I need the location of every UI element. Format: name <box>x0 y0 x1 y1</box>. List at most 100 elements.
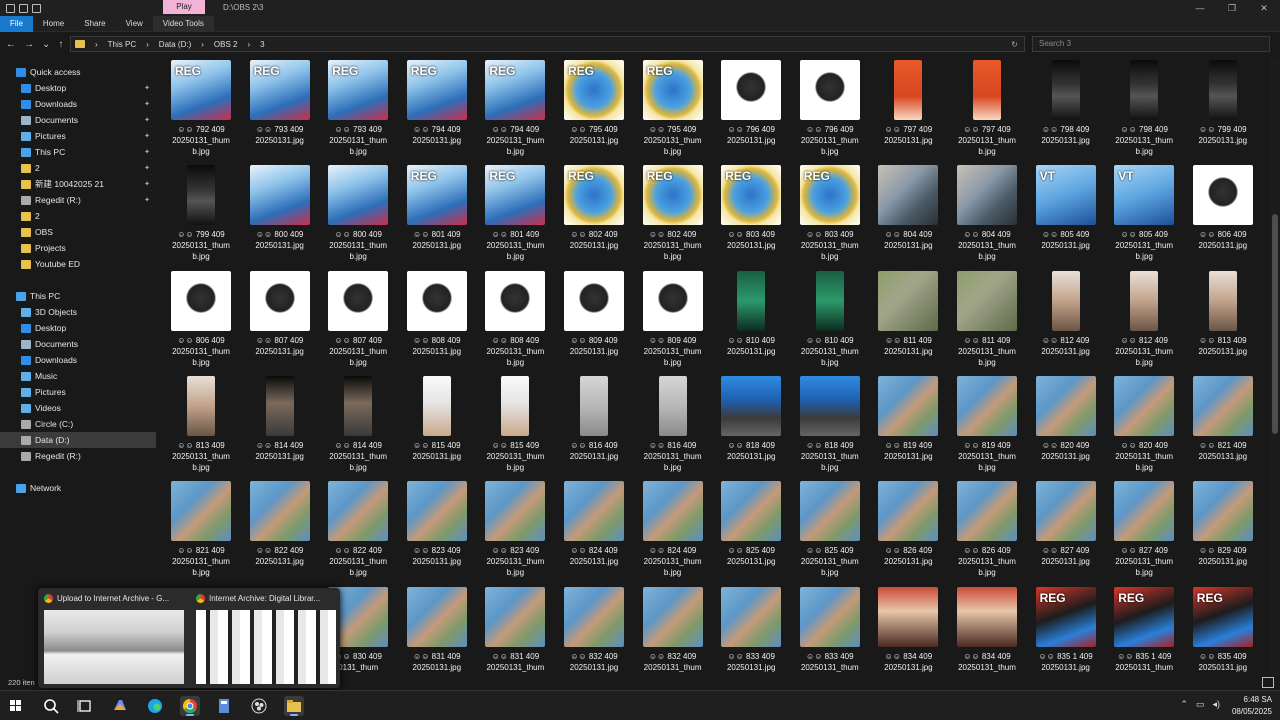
context-tab-play[interactable]: Play <box>163 0 205 14</box>
file-explorer-button[interactable] <box>284 696 304 716</box>
file-tile[interactable]: ☺☺ 812 409 20250131.jpg <box>1028 269 1104 373</box>
file-tile[interactable]: REG ☺☺ 793 409 20250131_thum b.jpg <box>320 58 396 162</box>
file-tile[interactable]: REG ☺☺ 792 409 20250131_thum b.jpg <box>163 58 239 162</box>
file-tile[interactable]: ☺☺ 800 409 20250131_thum b.jpg <box>320 163 396 267</box>
tab-file[interactable]: File <box>0 15 33 32</box>
obs-button[interactable] <box>249 696 269 716</box>
file-tile[interactable]: REG ☺☺ 795 409 20250131_thum b.jpg <box>635 58 711 162</box>
breadcrumb-this-pc[interactable]: This PC <box>108 40 136 49</box>
sidebar-item[interactable]: Regedit (R:) ✦ <box>0 192 156 208</box>
file-tile[interactable]: ☺☺ 815 409 20250131.jpg <box>399 374 475 478</box>
file-tile[interactable]: ☺☺ 822 409 20250131.jpg <box>242 479 318 583</box>
copilot-button[interactable] <box>110 696 130 716</box>
file-tile[interactable]: REG ☺☺ 794 409 20250131.jpg <box>399 58 475 162</box>
file-tile[interactable]: ☺☺ 823 409 20250131.jpg <box>399 479 475 583</box>
tab-video-tools[interactable]: Video Tools <box>152 15 214 32</box>
file-tile[interactable]: ☺☺ 824 409 20250131_thum b.jpg <box>635 479 711 583</box>
file-tile[interactable]: ☺☺ 822 409 20250131_thum b.jpg <box>320 479 396 583</box>
file-tile[interactable]: REG ☺☺ 802 409 20250131.jpg <box>556 163 632 267</box>
tab-view[interactable]: View <box>116 16 153 32</box>
file-tile[interactable]: ☺☺ 808 409 20250131.jpg <box>399 269 475 373</box>
sidebar-item[interactable]: 2 ✦ <box>0 160 156 176</box>
sidebar-item[interactable]: This PC <box>0 288 156 304</box>
chevron-up-icon[interactable]: ⌃ <box>1180 699 1188 710</box>
task-view-button[interactable] <box>75 696 95 716</box>
file-tile[interactable]: ☺☺ 814 409 20250131.jpg <box>242 374 318 478</box>
file-tile[interactable]: ☺☺ 809 409 20250131_thum b.jpg <box>635 269 711 373</box>
file-tile[interactable]: ☺☺ 807 409 20250131.jpg <box>242 269 318 373</box>
file-tile[interactable]: ☺☺ 831 409 20250131.jpg <box>399 585 475 677</box>
sidebar-item[interactable]: 新建 10042025 21 ✦ <box>0 176 156 192</box>
tab-share[interactable]: Share <box>74 16 115 32</box>
file-tile[interactable]: ☺☺ 834 409 20250131.jpg <box>870 585 946 677</box>
file-tile[interactable]: ☺☺ 797 409 20250131.jpg <box>870 58 946 162</box>
file-tile[interactable]: ☺☺ 826 409 20250131.jpg <box>870 479 946 583</box>
clock[interactable]: 6:48 SA 08/05/2025 <box>1232 694 1272 718</box>
sidebar-item[interactable]: Music <box>0 368 156 384</box>
sidebar-item[interactable]: Quick access <box>0 64 156 80</box>
file-tile[interactable]: ☺☺ 797 409 20250131_thum b.jpg <box>949 58 1025 162</box>
sidebar-item[interactable]: Pictures <box>0 384 156 400</box>
file-tile[interactable]: ☺☺ 819 409 20250131.jpg <box>870 374 946 478</box>
sidebar-item[interactable]: Data (D:) <box>0 432 156 448</box>
file-tile[interactable]: REG ☺☺ 801 409 20250131.jpg <box>399 163 475 267</box>
calculator-button[interactable] <box>214 696 234 716</box>
file-tile[interactable]: ☺☺ 806 409 20250131_thum b.jpg <box>163 269 239 373</box>
search-button[interactable] <box>41 696 61 716</box>
file-tile[interactable]: ☺☺ 811 409 20250131_thum b.jpg <box>949 269 1025 373</box>
file-tile[interactable]: ☺☺ 809 409 20250131.jpg <box>556 269 632 373</box>
search-input[interactable]: Search 3 <box>1032 36 1270 52</box>
close-button[interactable]: ✕ <box>1248 0 1280 16</box>
file-tile[interactable]: ☺☺ 804 409 20250131.jpg <box>870 163 946 267</box>
file-tile[interactable]: ☺☺ 799 409 20250131.jpg <box>1185 58 1261 162</box>
file-tile[interactable]: REG ☺☺ 795 409 20250131.jpg <box>556 58 632 162</box>
save-icon[interactable] <box>6 3 15 13</box>
file-tile[interactable]: ☺☺ 810 409 20250131.jpg <box>713 269 789 373</box>
file-tile[interactable]: REG ☺☺ 802 409 20250131_thum b.jpg <box>635 163 711 267</box>
breadcrumb-obs2[interactable]: OBS 2 <box>214 40 238 49</box>
preview-window-upload[interactable]: Upload to Internet Archive - G... <box>38 588 186 688</box>
sidebar-item[interactable]: Documents ✦ <box>0 112 156 128</box>
file-tile[interactable]: ☺☺ 810 409 20250131_thum b.jpg <box>792 269 868 373</box>
sidebar-item[interactable]: 3D Objects <box>0 304 156 320</box>
file-tile[interactable]: ☺☺ 818 409 20250131_thum b.jpg <box>792 374 868 478</box>
up-arrow-icon[interactable]: ↑ <box>58 39 63 50</box>
file-tile[interactable]: ☺☺ 798 409 20250131_thum b.jpg <box>1106 58 1182 162</box>
breadcrumb-3[interactable]: 3 <box>260 40 264 49</box>
sidebar-item[interactable]: Regedit (R:) <box>0 448 156 464</box>
file-tile[interactable]: ☺☺ 806 409 20250131.jpg <box>1185 163 1261 267</box>
minimize-button[interactable]: — <box>1184 0 1216 16</box>
file-tile[interactable]: ☺☺ 796 409 20250131.jpg <box>713 58 789 162</box>
forward-arrow-icon[interactable]: → <box>24 39 34 50</box>
file-tile[interactable]: ☺☺ 834 409 20250131_thum <box>949 585 1025 677</box>
file-tile[interactable]: ☺☺ 824 409 20250131.jpg <box>556 479 632 583</box>
file-tile[interactable]: ☺☺ 800 409 20250131.jpg <box>242 163 318 267</box>
file-tile[interactable]: ☺☺ 819 409 20250131_thum b.jpg <box>949 374 1025 478</box>
sidebar-item[interactable]: Circle (C:) <box>0 416 156 432</box>
file-tile[interactable]: ☺☺ 818 409 20250131.jpg <box>713 374 789 478</box>
sidebar-item[interactable]: Videos <box>0 400 156 416</box>
file-tile[interactable]: ☺☺ 816 409 20250131_thum b.jpg <box>635 374 711 478</box>
sidebar-item[interactable]: Documents <box>0 336 156 352</box>
chrome-button[interactable] <box>180 696 200 716</box>
file-tile[interactable]: ☺☺ 812 409 20250131_thum b.jpg <box>1106 269 1182 373</box>
file-tile[interactable]: ☺☺ 813 409 20250131_thum b.jpg <box>163 374 239 478</box>
file-tile[interactable]: ☺☺ 829 409 20250131.jpg <box>1185 479 1261 583</box>
file-tile[interactable]: REG ☺☺ 794 409 20250131_thum b.jpg <box>477 58 553 162</box>
sidebar-item[interactable]: OBS <box>0 224 156 240</box>
file-tile[interactable]: ☺☺ 827 409 20250131.jpg <box>1028 479 1104 583</box>
tab-home[interactable]: Home <box>33 16 74 32</box>
file-tile[interactable]: ☺☺ 825 409 20250131.jpg <box>713 479 789 583</box>
file-tile[interactable]: REG ☺☺ 835 1 409 20250131.jpg <box>1028 585 1104 677</box>
file-tile[interactable]: ☺☺ 813 409 20250131.jpg <box>1185 269 1261 373</box>
file-tile[interactable]: REG ☺☺ 803 409 20250131.jpg <box>713 163 789 267</box>
properties-icon[interactable] <box>19 3 28 13</box>
file-tile[interactable]: ☺☺ 811 409 20250131.jpg <box>870 269 946 373</box>
sidebar-item[interactable]: Youtube ED <box>0 256 156 272</box>
file-tile[interactable]: ☺☺ 807 409 20250131_thum b.jpg <box>320 269 396 373</box>
sidebar-item[interactable]: Desktop ✦ <box>0 80 156 96</box>
sidebar-item[interactable]: Downloads <box>0 352 156 368</box>
sidebar-item[interactable]: Projects <box>0 240 156 256</box>
file-tile[interactable]: ☺☺ 821 409 20250131.jpg <box>1185 374 1261 478</box>
network-icon[interactable]: ▭ <box>1196 699 1205 710</box>
